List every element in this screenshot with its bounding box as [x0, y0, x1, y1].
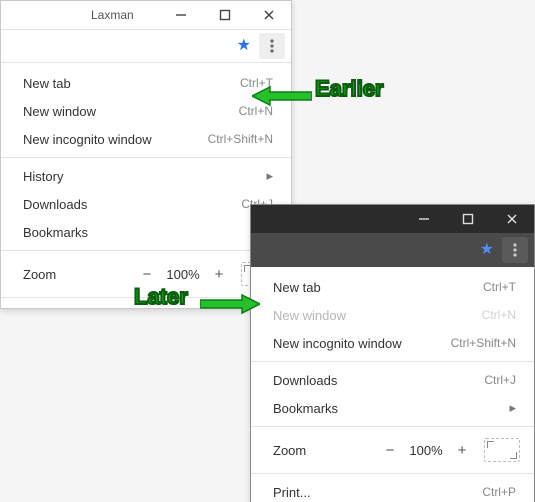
label: New tab — [273, 280, 483, 295]
toolbar: ★ — [251, 233, 534, 267]
window-title: Laxman — [1, 8, 159, 22]
separator — [1, 157, 291, 158]
toolbar: ★ — [1, 30, 291, 63]
annotation-later: Later — [134, 284, 188, 310]
menu-button[interactable] — [502, 237, 528, 263]
label: New window — [23, 104, 239, 119]
label: Zoom — [23, 267, 135, 282]
chevron-right-icon: ▸ — [504, 400, 516, 416]
chrome-menu: New tabCtrl+T New windowCtrl+N New incog… — [251, 267, 534, 502]
separator — [251, 361, 534, 362]
annotation-earlier: Earlier — [315, 76, 384, 102]
maximize-button[interactable] — [203, 1, 247, 29]
zoom-in-button[interactable]: + — [207, 262, 231, 286]
menu-item-new-window[interactable]: New windowCtrl+N — [1, 97, 291, 125]
label: New tab — [23, 76, 240, 91]
shortcut: Ctrl+T — [483, 280, 516, 294]
label: New incognito window — [273, 336, 451, 351]
label: Print... — [273, 485, 482, 500]
zoom-value: 100% — [402, 443, 450, 458]
shortcut: Ctrl+Shift+N — [451, 336, 516, 350]
zoom-out-button[interactable]: − — [378, 438, 402, 462]
titlebar — [251, 205, 534, 233]
separator — [251, 426, 534, 427]
label: Zoom — [273, 443, 378, 458]
label: New incognito window — [23, 132, 208, 147]
arrow-later — [200, 293, 260, 315]
menu-item-bookmarks[interactable]: Bookmarks▸ — [251, 394, 534, 422]
arrow-earlier — [252, 85, 312, 107]
label: Bookmarks — [273, 401, 504, 416]
menu-item-print[interactable]: Print...Ctrl+P — [251, 478, 534, 502]
zoom-value: 100% — [159, 267, 207, 282]
bookmark-star-icon[interactable]: ★ — [237, 38, 251, 54]
label: Downloads — [23, 197, 241, 212]
menu-item-downloads[interactable]: DownloadsCtrl+J — [251, 366, 534, 394]
label: New window — [273, 308, 482, 323]
menu-item-new-window-disabled: New windowCtrl+N — [251, 301, 534, 329]
chrome-menu: New tabCtrl+T New windowCtrl+N New incog… — [1, 63, 291, 308]
shortcut: Ctrl+P — [482, 485, 516, 499]
maximize-button[interactable] — [446, 205, 490, 233]
label: History — [23, 169, 261, 184]
window-later: ★ New tabCtrl+T New windowCtrl+N New inc… — [250, 204, 535, 502]
menu-item-bookmarks[interactable]: Bookmarks▸ — [1, 218, 291, 246]
menu-item-new-tab[interactable]: New tabCtrl+T — [251, 273, 534, 301]
menu-button[interactable] — [259, 33, 285, 59]
menu-item-zoom: Zoom − 100% + — [251, 431, 534, 469]
bookmark-star-icon[interactable]: ★ — [480, 242, 494, 258]
menu-item-history[interactable]: History▸ — [1, 162, 291, 190]
minimize-button[interactable] — [159, 1, 203, 29]
titlebar: Laxman — [1, 1, 291, 30]
menu-item-downloads[interactable]: DownloadsCtrl+J — [1, 190, 291, 218]
close-button[interactable] — [247, 1, 291, 29]
separator — [251, 473, 534, 474]
menu-item-new-incognito[interactable]: New incognito windowCtrl+Shift+N — [1, 125, 291, 153]
shortcut: Ctrl+Shift+N — [208, 132, 273, 146]
chevron-right-icon: ▸ — [261, 168, 273, 184]
minimize-button[interactable] — [402, 205, 446, 233]
separator — [1, 250, 291, 251]
zoom-in-button[interactable]: + — [450, 438, 474, 462]
shortcut: Ctrl+N — [482, 308, 516, 322]
label: Downloads — [273, 373, 484, 388]
label: Bookmarks — [23, 225, 261, 240]
menu-item-new-incognito[interactable]: New incognito windowCtrl+Shift+N — [251, 329, 534, 357]
menu-item-new-tab[interactable]: New tabCtrl+T — [1, 69, 291, 97]
close-button[interactable] — [490, 205, 534, 233]
zoom-out-button[interactable]: − — [135, 262, 159, 286]
shortcut: Ctrl+J — [484, 373, 516, 387]
window-earlier: Laxman ★ New tabCtrl+T New windowCtrl+N … — [0, 0, 292, 309]
fullscreen-icon[interactable] — [484, 438, 520, 462]
